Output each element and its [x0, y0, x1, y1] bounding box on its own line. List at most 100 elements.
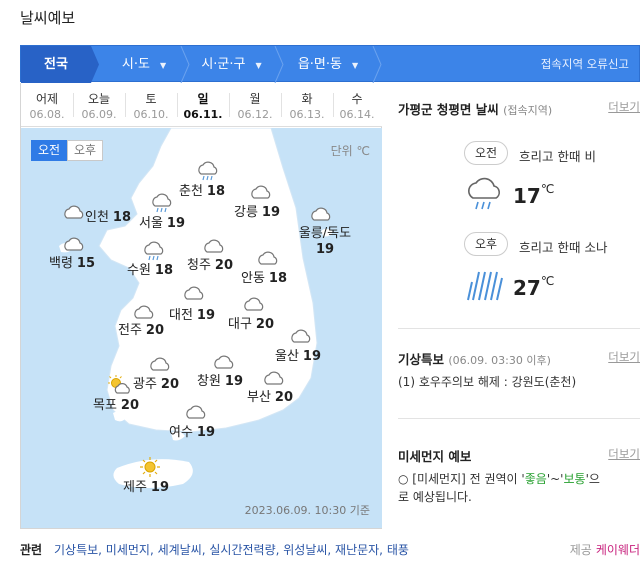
sun-cloud-icon — [108, 375, 130, 394]
cloud-icon — [291, 329, 311, 343]
related-label: 관련 — [20, 543, 43, 557]
nav-item-label: 전국 — [44, 57, 68, 72]
temp-unit: ℃ — [540, 274, 555, 288]
city-temp: 19 — [315, 242, 335, 257]
city-name: 대구 — [228, 317, 252, 332]
city-name: 목포 — [93, 398, 117, 413]
related-links[interactable]: 기상특보, 미세먼지, 세계날씨, 실시간전력량, 위성날씨, 재난문자, 태풍 — [54, 541, 409, 558]
city-temp: 19 — [196, 425, 216, 440]
day-name: 일 — [197, 92, 209, 106]
day-date: 06.08. — [29, 108, 65, 121]
city-name: 서울 — [139, 216, 163, 231]
city-temp: 20 — [255, 317, 275, 332]
city-name: 강릉 — [234, 205, 258, 220]
city-name: 백령 — [49, 256, 73, 271]
am-temperature: 17℃ — [513, 182, 555, 208]
day-name: 어제 — [35, 92, 59, 106]
city-name: 부산 — [247, 390, 271, 405]
day-tab-selected[interactable]: 일 06.11. — [177, 83, 229, 127]
rain-cloud-icon — [152, 193, 172, 213]
day-name: 수 — [351, 92, 363, 106]
day-name: 토 — [145, 92, 157, 106]
heavy-rain-icon — [467, 271, 503, 301]
pm-toggle-button[interactable]: 오후 — [67, 140, 103, 161]
pm-temp-value: 27 — [513, 276, 541, 300]
warning-more-link[interactable]: 더보기 — [608, 349, 640, 365]
nav-item-label: 시·군·구 — [201, 57, 246, 72]
chevron-down-icon: ▼ — [255, 61, 262, 70]
am-toggle-button[interactable]: 오전 — [31, 140, 67, 161]
local-weather-panel: 가평군 청평면 날씨 (접속지역) 더보기 오전 흐리고 한때 비 17℃ 오후… — [388, 83, 640, 529]
city-temp: 15 — [76, 256, 96, 271]
day-tab[interactable]: 수 06.14. — [331, 83, 383, 127]
pm-description: 흐리고 한때 소나 — [519, 240, 608, 255]
city-name: 전주 — [118, 323, 142, 338]
local-more-link[interactable]: 더보기 — [608, 99, 640, 115]
am-badge: 오전 — [464, 141, 509, 165]
map-panel: 어제 06.08. 오늘 06.09. 토 06.10. 일 06.11. 월 … — [20, 83, 382, 529]
cloud-icon — [264, 371, 284, 385]
dust-level-normal: 보통 — [563, 472, 586, 486]
temp-unit: ℃ — [540, 182, 555, 196]
city-name: 여수 — [169, 425, 193, 440]
map-timestamp: 2023.06.09. 10:30 기준 — [244, 504, 370, 517]
pm-temperature: 27℃ — [513, 274, 555, 300]
cloud-icon — [244, 297, 264, 311]
cloud-icon — [186, 405, 206, 419]
dust-text-part: ○ [미세먼지] 전 권역이 ' — [398, 472, 525, 486]
dust-more-link[interactable]: 더보기 — [608, 446, 640, 462]
dust-text-part: '으 — [585, 472, 600, 486]
city-temp: 18 — [112, 210, 132, 225]
city-temp: 18 — [206, 184, 226, 199]
nav-item-nationwide[interactable]: 전국 — [21, 46, 91, 83]
day-tab[interactable]: 오늘 06.09. — [73, 83, 125, 127]
sun-icon — [140, 457, 160, 477]
city-temp: 20 — [120, 398, 140, 413]
cloud-icon — [64, 205, 84, 219]
nav-item-town[interactable]: 읍·면·동 ▼ — [283, 46, 373, 83]
nav-item-label: 시·도 — [121, 57, 150, 72]
am-temp-value: 17 — [513, 184, 541, 208]
nav-item-province[interactable]: 시·도 ▼ — [109, 46, 179, 83]
city-temp: 20 — [274, 390, 294, 405]
nav-separator — [372, 46, 382, 83]
chevron-down-icon: ▼ — [352, 61, 359, 70]
warning-text: (1) 호우주의보 해제 : 강원도(춘천) — [398, 375, 577, 389]
city-name: 광주 — [133, 377, 157, 392]
day-tab[interactable]: 화 06.13. — [281, 83, 333, 127]
nav-separator — [91, 46, 99, 83]
region-nav-bar: 전국 시·도 ▼ 시·군·구 ▼ 읍·면·동 ▼ 접속지역 오류신고 — [20, 45, 640, 83]
city-temp: 19 — [196, 308, 216, 323]
divider — [398, 328, 640, 329]
provider-credit: 제공 케이웨더 — [570, 541, 640, 558]
nav-item-label: 읍·면·동 — [297, 57, 342, 72]
city-temp: 19 — [166, 216, 186, 231]
day-date: 06.13. — [289, 108, 325, 121]
cloud-icon — [64, 237, 84, 251]
provider-link[interactable]: 케이웨더 — [596, 543, 640, 557]
day-tab[interactable]: 월 06.12. — [229, 83, 281, 127]
city-name: 청주 — [187, 258, 211, 273]
unit-label: 단위 ℃ — [330, 144, 370, 158]
divider — [398, 418, 640, 419]
day-date: 06.14. — [339, 108, 375, 121]
day-tab[interactable]: 토 06.10. — [125, 83, 177, 127]
city-name: 수원 — [127, 263, 151, 278]
nav-item-city[interactable]: 시·군·구 ▼ — [189, 46, 274, 83]
dust-text-part: '~' — [546, 472, 564, 486]
pm-badge: 오후 — [464, 232, 509, 256]
weather-map: 오전 오후 단위 ℃ 춘천 18 인천 18 서울 19 강릉 19 울릉/독도 19 백… — [21, 128, 382, 528]
cloud-icon — [251, 185, 271, 199]
city-name: 울산 — [275, 349, 299, 364]
cloud-icon — [134, 305, 154, 319]
day-tab[interactable]: 어제 06.08. — [21, 83, 73, 127]
cloud-icon — [150, 357, 170, 371]
city-name: 춘천 — [179, 184, 203, 199]
city-temp: 19 — [150, 480, 170, 495]
dust-level-good: 좋음 — [524, 472, 547, 486]
day-date: 06.10. — [133, 108, 169, 121]
report-location-error-link[interactable]: 접속지역 오류신고 — [541, 46, 629, 83]
local-title-text: 가평군 청평면 날씨 — [398, 102, 499, 117]
city-temp: 18 — [268, 271, 288, 286]
city-temp: 19 — [224, 374, 244, 389]
